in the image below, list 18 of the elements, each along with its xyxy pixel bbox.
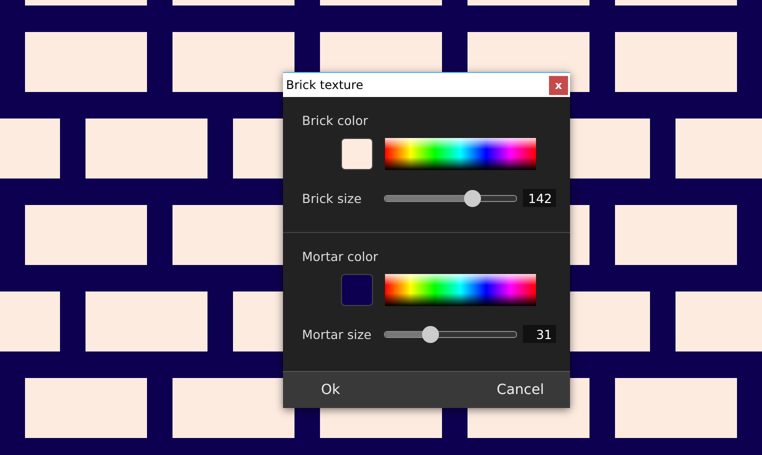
- cancel-button[interactable]: Cancel: [492, 380, 548, 400]
- size-label: Mortar size: [302, 326, 372, 342]
- window-title: Brick texture: [286, 78, 364, 92]
- size-value: 31: [523, 325, 556, 343]
- size-slider[interactable]: [384, 326, 518, 342]
- close-button[interactable]: x: [549, 76, 568, 94]
- slider-thumb[interactable]: [422, 326, 439, 342]
- color-label: Mortar color: [302, 249, 380, 264]
- color-label: Brick color: [302, 113, 370, 128]
- color-spectrum[interactable]: [385, 138, 536, 170]
- ok-button[interactable]: Ok: [317, 380, 344, 400]
- color-swatch[interactable]: [341, 274, 373, 306]
- size-value: 142: [523, 189, 556, 207]
- slider-thumb[interactable]: [464, 190, 481, 206]
- color-spectrum[interactable]: [385, 274, 536, 306]
- size-slider[interactable]: [384, 190, 518, 206]
- color-swatch[interactable]: [341, 138, 373, 170]
- size-label: Brick size: [302, 190, 363, 206]
